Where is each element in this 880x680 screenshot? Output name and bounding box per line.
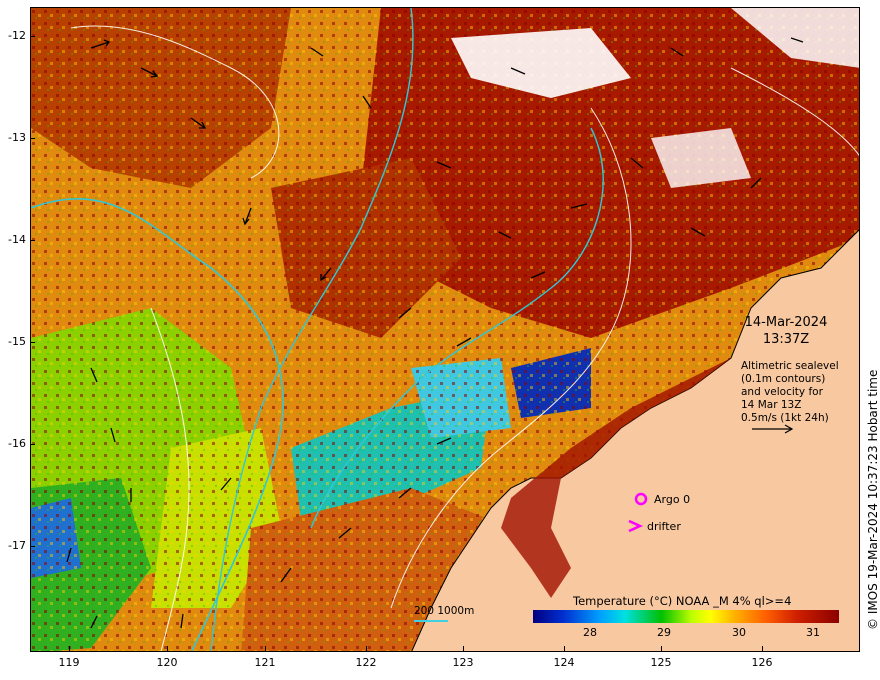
altimetry-note: Altimetric sealevel (0.1m contours) and … [741,360,839,425]
x-tick-mark [762,646,763,651]
y-tick-mark [30,138,35,139]
x-axis-label: 123 [452,656,474,669]
image-date: 14-Mar-2024 [744,315,828,330]
x-axis-label: 120 [156,656,178,669]
colorbar-tick: 28 [583,626,597,639]
y-axis-label: -12 [8,29,26,42]
drifter-legend: drifter [627,519,681,533]
x-axis-label: 121 [254,656,276,669]
bathymetry-contour-legend: 200 1000m [414,605,475,617]
y-tick-mark [30,444,35,445]
x-tick-mark [167,646,168,651]
x-axis-label: 122 [355,656,377,669]
altimetry-line: (0.1m contours) [741,373,826,385]
image-time: 13:37Z [762,332,810,347]
argo-legend-label: Argo 0 [654,492,691,506]
colorbar-tick: 29 [657,626,671,639]
argo-legend: Argo 0 [634,492,690,506]
y-axis-label: -13 [8,131,26,144]
x-tick-mark [69,646,70,651]
y-axis-label: -17 [8,539,26,552]
temperature-colorbar [533,610,839,623]
colorbar-tick: 31 [806,626,820,639]
sst-map [30,7,860,652]
sst-map-canvas [31,8,859,651]
y-axis-label: -15 [8,335,26,348]
x-tick-mark [564,646,565,651]
bathymetry-contour-sample [414,620,448,622]
x-tick-mark [463,646,464,651]
argo-float-icon [634,492,648,506]
y-axis-label: -14 [8,233,26,246]
y-tick-mark [30,36,35,37]
colorbar-tick: 30 [732,626,746,639]
y-tick-mark [30,240,35,241]
image-datetime: 14-Mar-2024 13:37Z [738,314,834,348]
x-axis-label: 124 [553,656,575,669]
x-tick-mark [265,646,266,651]
colorbar-title: Temperature (°C) NOAA _M 4% ql>=4 [573,594,792,608]
altimetry-line: 14 Mar 13Z [741,399,802,411]
y-tick-mark [30,546,35,547]
drifter-legend-label: drifter [647,519,681,533]
y-tick-mark [30,342,35,343]
y-axis-label: -16 [8,437,26,450]
altimetry-line: Altimetric sealevel [741,360,839,372]
drifter-icon [628,519,643,533]
velocity-scale-arrow-icon [752,424,794,434]
x-axis-label: 125 [650,656,672,669]
x-axis-label: 119 [58,656,80,669]
x-axis-label: 126 [751,656,773,669]
credit-text: © IMOS 19-Mar-2024 10:37:23 Hobart time [866,369,880,630]
x-tick-mark [366,646,367,651]
x-tick-mark [661,646,662,651]
altimetry-line: and velocity for [741,386,823,398]
